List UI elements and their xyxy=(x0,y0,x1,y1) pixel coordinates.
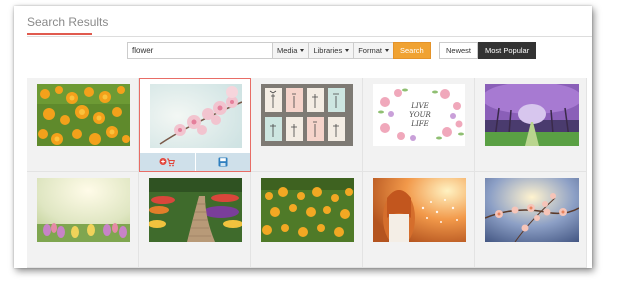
result-thumbnail xyxy=(37,178,130,242)
result-item[interactable] xyxy=(27,172,139,268)
thumb-text-your: YOUR xyxy=(409,111,431,119)
result-thumbnail xyxy=(485,178,579,242)
libraries-dropdown-label: Libraries xyxy=(313,46,343,55)
result-item[interactable] xyxy=(475,172,587,268)
section-title: Search Results xyxy=(27,15,109,29)
media-dropdown[interactable]: Media xyxy=(272,42,309,59)
result-item[interactable] xyxy=(27,78,139,172)
sort-most-popular-button[interactable]: Most Popular xyxy=(478,42,537,59)
search-input[interactable] xyxy=(127,42,272,59)
title-underline xyxy=(27,33,92,35)
result-thumbnail xyxy=(373,178,466,242)
result-item[interactable]: LIVE YOUR LIFE xyxy=(363,78,475,172)
result-item[interactable] xyxy=(251,78,363,172)
header-divider xyxy=(27,36,592,37)
result-thumbnail xyxy=(261,178,354,242)
result-thumbnail xyxy=(485,84,579,146)
result-item[interactable] xyxy=(139,172,251,268)
thumb-text-life: LIFE xyxy=(410,120,428,128)
sort-newest-button[interactable]: Newest xyxy=(439,42,479,59)
format-dropdown[interactable]: Format xyxy=(353,42,393,59)
sort-toggle: Newest Most Popular xyxy=(439,42,537,59)
chevron-down-icon xyxy=(345,49,350,52)
result-thumbnail xyxy=(37,84,130,146)
save-button[interactable] xyxy=(196,153,251,171)
result-item[interactable] xyxy=(363,172,475,268)
result-thumbnail xyxy=(261,84,353,146)
save-icon xyxy=(218,157,228,167)
result-actions xyxy=(140,153,250,171)
result-thumbnail xyxy=(149,178,242,242)
search-results-panel: Search Results Media Libraries Format Se… xyxy=(14,6,592,268)
thumb-text-live: LIVE xyxy=(410,102,429,110)
format-dropdown-label: Format xyxy=(358,46,382,55)
result-item[interactable] xyxy=(251,172,363,268)
chevron-down-icon xyxy=(384,49,389,52)
result-item-selected[interactable] xyxy=(139,78,251,172)
result-item[interactable] xyxy=(475,78,587,172)
results-grid: LIVE YOUR LIFE xyxy=(27,78,587,268)
media-dropdown-label: Media xyxy=(277,46,298,55)
search-button[interactable]: Search xyxy=(392,42,431,59)
chevron-down-icon xyxy=(300,49,305,52)
result-thumbnail xyxy=(150,84,242,148)
add-to-cart-icon xyxy=(159,158,176,167)
search-bar: Media Libraries Format Search xyxy=(127,42,431,59)
libraries-dropdown[interactable]: Libraries xyxy=(308,42,354,59)
add-to-cart-button[interactable] xyxy=(140,153,196,171)
result-thumbnail: LIVE YOUR LIFE xyxy=(373,84,465,146)
